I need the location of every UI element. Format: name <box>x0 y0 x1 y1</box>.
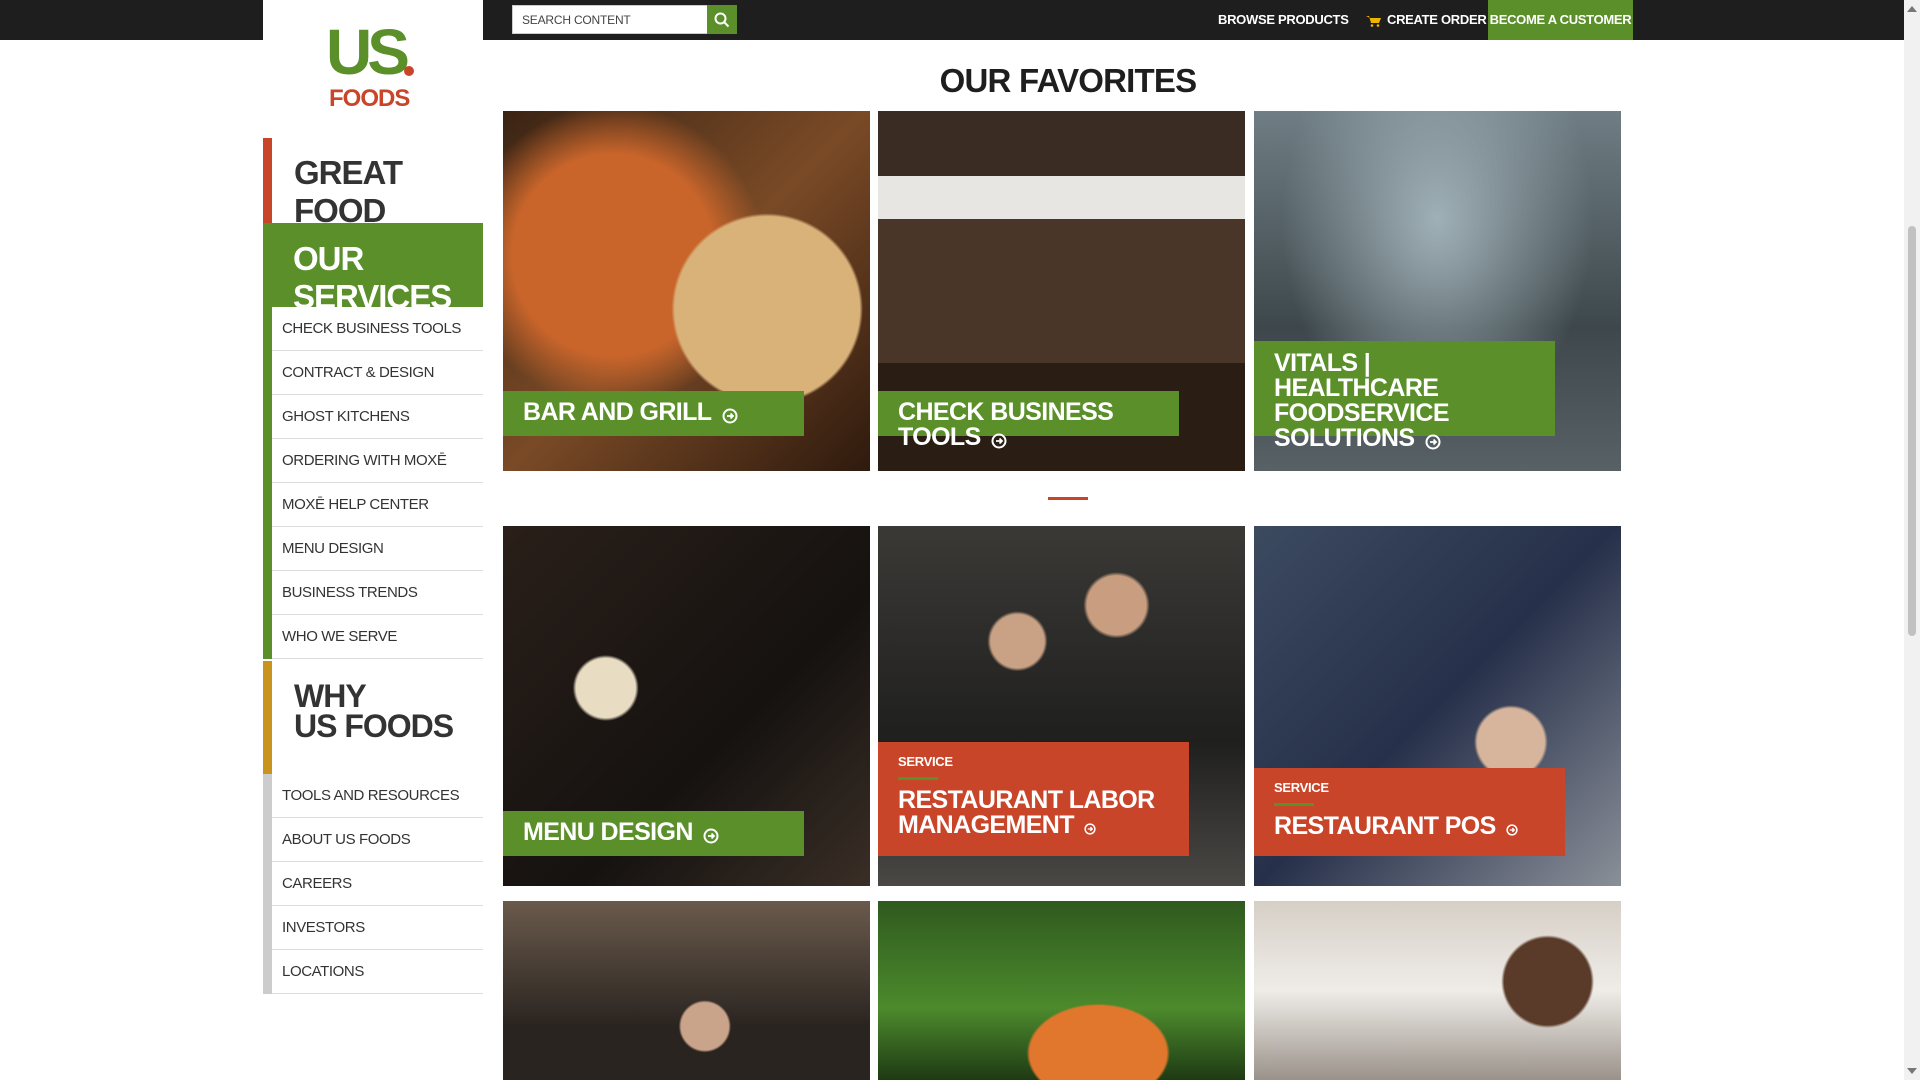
services-nav: CHECK BUSINESS TOOLS CONTRACT & DESIGN G… <box>263 307 483 659</box>
sidebar-why-us-foods[interactable]: WHY US FOODS <box>263 661 483 774</box>
browse-products-link[interactable]: BROWSE PRODUCTS <box>1218 0 1349 40</box>
tile-bar-and-grill[interactable]: BAR AND GRILL <box>503 111 870 471</box>
sidebar-item-ordering-moxe[interactable]: ORDERING WITH MOXĒ <box>272 439 483 483</box>
tile-title: VITALS | HEALTHCARE FOODSERVICE SOLUTION… <box>1274 349 1450 452</box>
logo-dot <box>404 66 414 76</box>
why-us-foods-label: WHY US FOODS <box>294 678 454 744</box>
tile-title: RESTAURANT LABOR MANAGEMENT <box>898 786 1155 839</box>
sidebar-item-business-trends[interactable]: BUSINESS TRENDS <box>272 571 483 615</box>
sidebar-item-menu-design[interactable]: MENU DESIGN <box>272 527 483 571</box>
page-title: OUR FAVORITES <box>939 62 1197 99</box>
tile-check-business-tools[interactable]: CHECK BUSINESS TOOLS <box>878 111 1245 471</box>
sidebar-item-check-business-tools[interactable]: CHECK BUSINESS TOOLS <box>272 307 483 351</box>
sidebar-item-about[interactable]: ABOUT US FOODS <box>272 818 483 862</box>
tile-kitchen-worker[interactable] <box>1254 901 1621 1080</box>
great-food-label: GREAT FOOD <box>294 154 403 229</box>
kitchen-worker-photo <box>1254 901 1621 1080</box>
become-customer-button[interactable]: BECOME A CUSTOMER <box>1488 0 1633 40</box>
sidebar-item-locations[interactable]: LOCATIONS <box>272 950 483 994</box>
sidebar-item-careers[interactable]: CAREERS <box>272 862 483 906</box>
scroll-up-icon[interactable] <box>1907 6 1917 12</box>
tile-restaurant-labor[interactable]: SERVICE RESTAURANT LABOR MANAGEMENT <box>878 526 1245 886</box>
logo-foods: FOODS <box>329 85 410 112</box>
kicker-rule <box>898 777 938 780</box>
create-order-link[interactable]: CREATE ORDER <box>1366 0 1487 40</box>
tile-title: RESTAURANT POS <box>1274 812 1496 840</box>
tile-chefs[interactable] <box>503 901 870 1080</box>
arrow-circle-icon <box>991 433 1007 449</box>
tile-caption: VITALS | HEALTHCARE FOODSERVICE SOLUTION… <box>1254 341 1555 451</box>
chefs-kitchen-photo <box>503 901 870 1080</box>
tile-caption: BAR AND GRILL <box>503 391 804 436</box>
search-input[interactable] <box>513 6 736 33</box>
tile-restaurant-pos[interactable]: SERVICE RESTAURANT POS <box>1254 526 1621 886</box>
search-field[interactable] <box>512 5 737 34</box>
sidebar-item-contract-design[interactable]: CONTRACT & DESIGN <box>272 351 483 395</box>
carrots-photo <box>878 901 1245 1080</box>
tile-caption: CHECK BUSINESS TOOLS <box>878 391 1179 450</box>
search-button[interactable] <box>707 5 737 34</box>
arrow-circle-icon <box>1084 823 1097 835</box>
tile-carrots[interactable] <box>878 901 1245 1080</box>
tile-kicker: SERVICE <box>898 754 953 769</box>
sidebar-item-who-we-serve[interactable]: WHO WE SERVE <box>272 615 483 659</box>
sidebar-item-moxe-help[interactable]: MOXĒ HELP CENTER <box>272 483 483 527</box>
tile-caption: SERVICE RESTAURANT LABOR MANAGEMENT <box>878 742 1189 856</box>
arrow-circle-icon <box>722 408 738 424</box>
sidebar-item-ghost-kitchens[interactable]: GHOST KITCHENS <box>272 395 483 439</box>
sidebar-item-investors[interactable]: INVESTORS <box>272 906 483 950</box>
create-order-label: CREATE ORDER <box>1387 12 1487 27</box>
tile-caption: MENU DESIGN <box>503 811 804 856</box>
cart-icon <box>1366 15 1381 27</box>
arrow-circle-icon <box>1425 434 1441 450</box>
our-services-label: OUR SERVICES <box>293 240 452 315</box>
kicker-rule <box>1274 803 1314 806</box>
arrow-circle-icon <box>1506 824 1518 836</box>
tile-vitals-healthcare[interactable]: VITALS | HEALTHCARE FOODSERVICE SOLUTION… <box>1254 111 1621 471</box>
logo-us: US <box>326 16 410 88</box>
tile-title: BAR AND GRILL <box>523 398 712 426</box>
arrow-circle-icon <box>703 828 719 844</box>
tile-kicker: SERVICE <box>1274 780 1329 795</box>
tile-title: MENU DESIGN <box>523 818 693 846</box>
sidebar-item-tools-resources[interactable]: TOOLS AND RESOURCES <box>272 774 483 818</box>
why-nav: TOOLS AND RESOURCES ABOUT US FOODS CAREE… <box>263 774 483 994</box>
sidebar-our-services[interactable]: OUR SERVICES <box>263 223 483 315</box>
tile-caption: SERVICE RESTAURANT POS <box>1254 768 1565 856</box>
search-icon <box>714 12 730 27</box>
sidebar-great-food[interactable]: GREAT FOOD <box>263 138 483 229</box>
section-divider <box>1048 497 1088 500</box>
tile-menu-design[interactable]: MENU DESIGN <box>503 526 870 886</box>
scroll-down-icon[interactable] <box>1907 1068 1917 1074</box>
scrollbar-thumb[interactable] <box>1908 226 1916 636</box>
